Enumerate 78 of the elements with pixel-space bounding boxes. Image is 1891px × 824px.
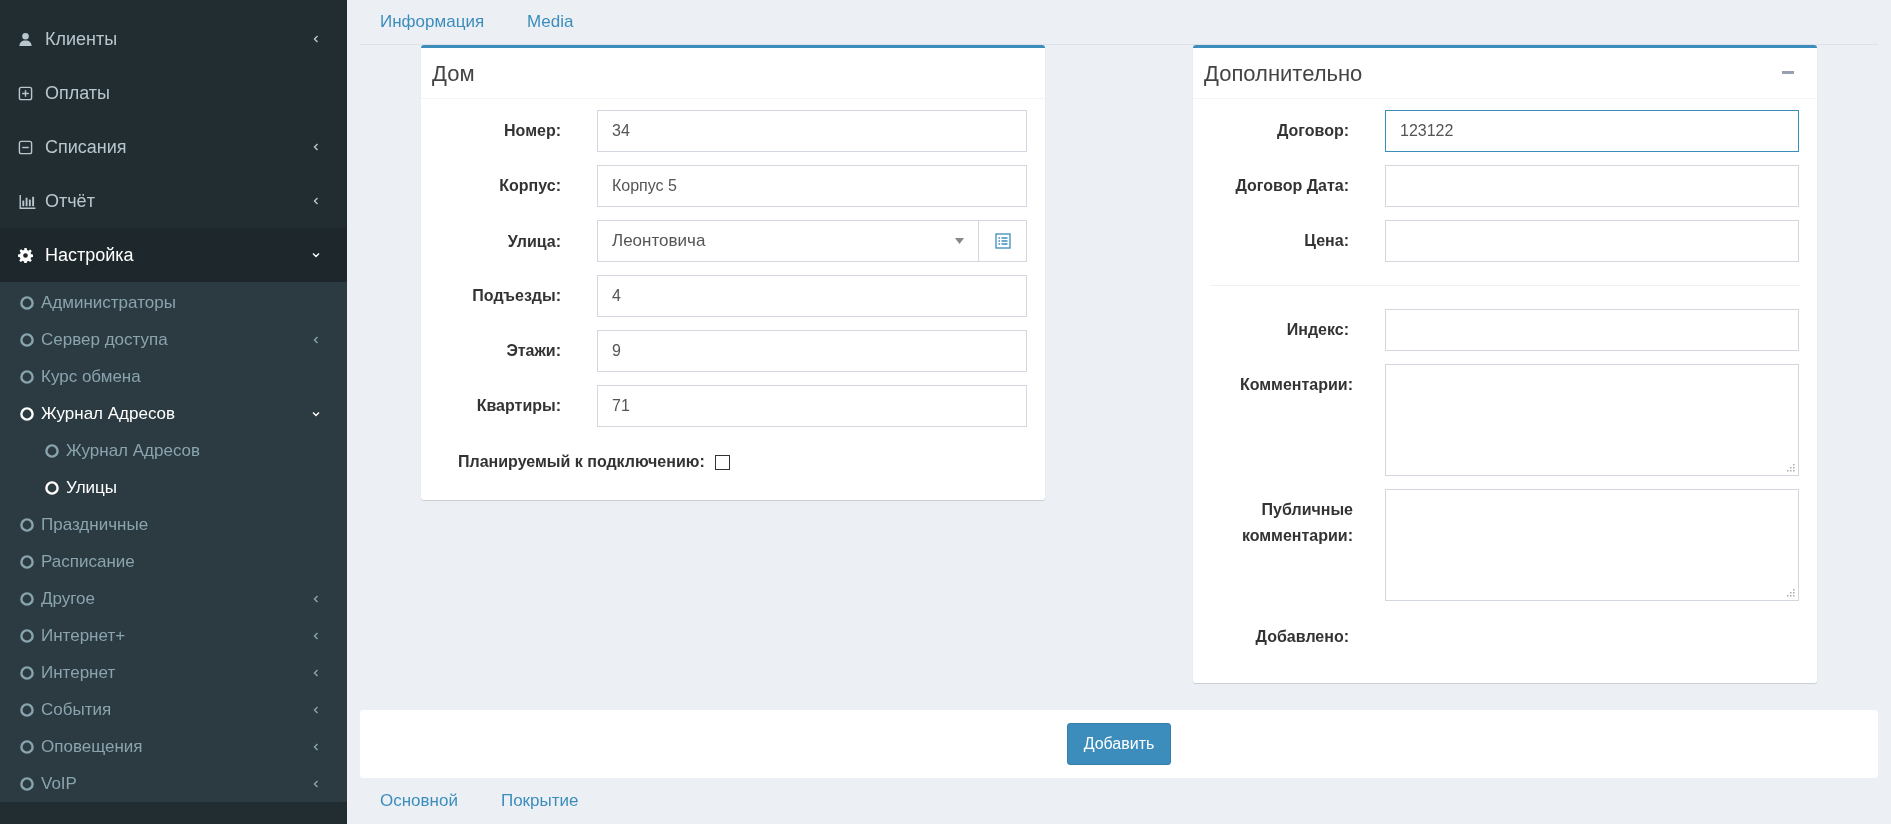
list-icon [994,233,1011,249]
circle-icon [20,295,34,310]
sidebar-subitem[interactable]: Журнал Адресов [0,395,347,432]
circle-icon [20,517,34,532]
plus-square-icon [18,85,33,101]
input-field[interactable]: 71 [597,385,1027,427]
input-field[interactable]: 9 [597,330,1027,372]
sidebar-subitem[interactable]: Оповещения [0,728,347,765]
checkbox[interactable] [714,454,730,470]
bar-chart-icon [18,193,37,209]
input-field[interactable]: 123122 [1385,110,1799,152]
sidebar-item[interactable]: Списания [0,120,347,174]
sidebar-subitem[interactable]: Улицы [0,469,347,506]
resize-grip-icon [1787,589,1795,597]
sidebar-subitem[interactable]: События [0,691,347,728]
circle-icon [20,591,34,606]
sidebar-subitem[interactable]: Праздничные [0,506,347,543]
add-button[interactable]: Добавить [1066,723,1172,765]
sidebar-subitem[interactable]: Расписание [0,543,347,580]
field-label: Планируемый к подключению: [458,452,705,472]
sidebar-item[interactable]: Оплаты [0,66,347,120]
input-field[interactable]: Корпус 5 [597,165,1027,207]
list-button[interactable] [979,220,1027,262]
field-label: Договор: [1275,121,1349,141]
input-field[interactable]: 4 [597,275,1027,317]
sidebar-subitem[interactable]: Интернет [0,654,347,691]
panel-title: Дом [432,59,475,88]
settings-icon [18,247,33,263]
sidebar-item[interactable]: Клиенты [0,12,347,66]
field-label: Квартиры: [475,396,561,416]
dropdown-caret-icon [955,238,964,244]
circle-icon [20,369,34,384]
circle-icon [20,776,34,791]
sidebar-subitem[interactable]: Курс обмена [0,358,347,395]
circle-icon [20,332,34,347]
sidebar-item[interactable]: Отчёт [0,174,347,228]
circle-icon [45,443,59,458]
field-label: Номер: [503,121,561,141]
textarea-field[interactable] [1385,489,1799,601]
field-label: Подъезды: [471,286,561,306]
circle-icon [20,702,34,717]
sidebar-subitem[interactable]: Интернет+ [0,617,347,654]
field-label: Улица: [506,231,561,252]
field-label: Комментарии: [1238,375,1353,395]
field-label: Корпус: [498,176,561,196]
field-label: Цена: [1303,231,1349,251]
circle-icon [20,739,34,754]
sidebar-subitem[interactable]: VoIP [0,765,347,802]
resize-grip-icon [1787,464,1795,472]
sidebar-subitem[interactable]: Другое [0,580,347,617]
field-label: Добавлено: [1254,627,1349,647]
tab-link[interactable]: Основной [380,788,458,814]
circle-icon [45,480,59,495]
tab-link[interactable]: Media [527,9,574,35]
collapse-icon[interactable] [1782,71,1794,75]
field-label: Публичные комментарии: [1240,500,1353,546]
sidebar-subitem[interactable]: Журнал Адресов [0,432,347,469]
sidebar-subitem[interactable]: Администраторы [0,284,347,321]
input-field[interactable] [1385,309,1799,351]
circle-icon [20,628,34,643]
circle-icon [20,406,34,421]
street-select[interactable]: Леонтовича [597,220,979,262]
circle-icon [20,665,34,680]
sidebar-item[interactable]: Настройка [0,228,347,282]
input-field[interactable] [1385,165,1799,207]
textarea-field[interactable] [1385,364,1799,476]
panel-title: Дополнительно [1204,59,1363,88]
field-label: Этажи: [505,341,561,361]
tab-link[interactable]: Информация [380,9,485,35]
user-icon [18,31,33,47]
circle-icon [20,554,34,569]
minus-square-icon [18,139,33,155]
field-label: Договор Дата: [1234,176,1349,196]
input-field[interactable] [1385,220,1799,262]
input-field[interactable]: 34 [597,110,1027,152]
tab-link[interactable]: Покрытие [500,788,579,814]
field-label: Индекс: [1285,320,1349,340]
sidebar-subitem[interactable]: Сервер доступа [0,321,347,358]
